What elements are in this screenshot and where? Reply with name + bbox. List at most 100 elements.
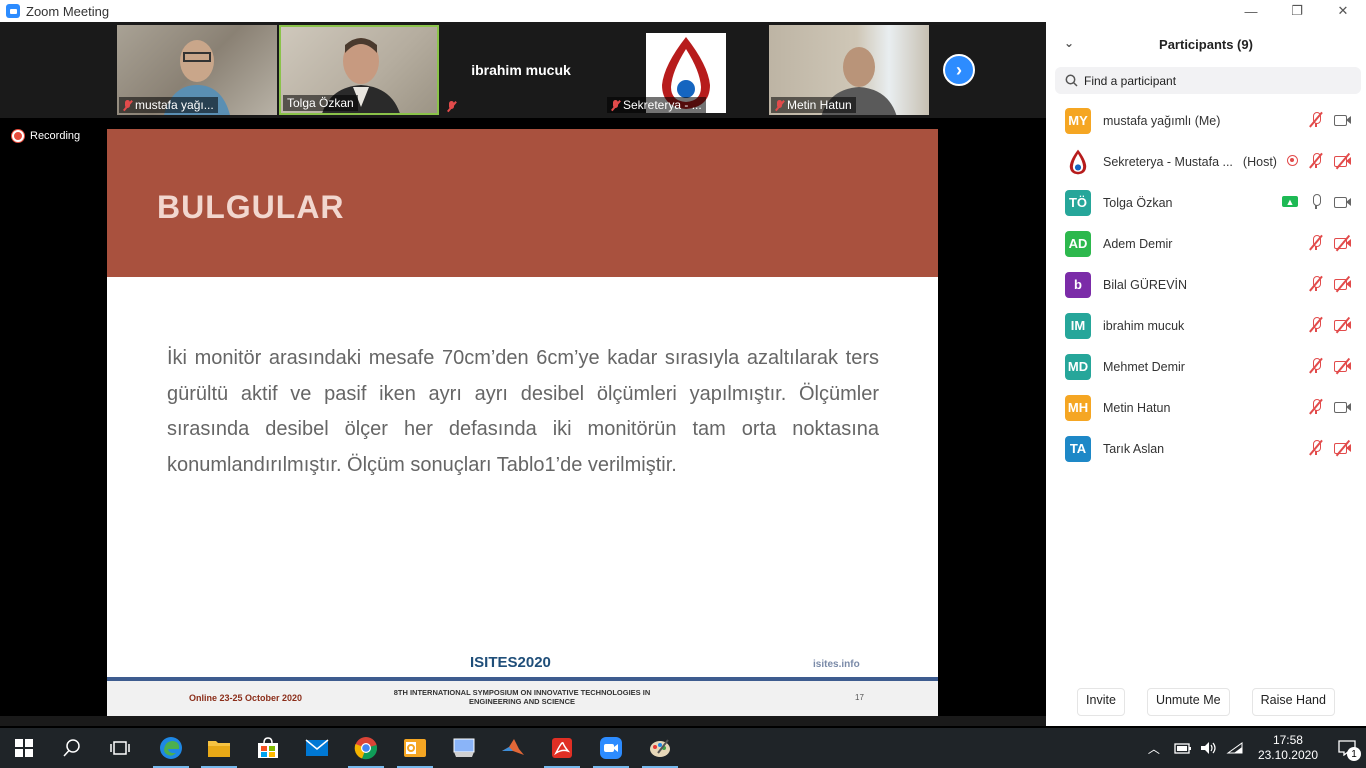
tile-label xyxy=(443,100,460,113)
video-tile[interactable]: Sekreterya - ... xyxy=(605,25,765,115)
camera-icon[interactable] xyxy=(1334,401,1352,413)
chevron-down-icon[interactable]: ⌄ xyxy=(1064,36,1074,50)
video-tile[interactable]: Metin Hatun xyxy=(769,25,929,115)
taskbar-chrome[interactable] xyxy=(342,728,390,768)
minimize-button[interactable]: — xyxy=(1228,0,1274,22)
mic-muted-icon[interactable] xyxy=(1309,275,1323,292)
task-view-button[interactable] xyxy=(96,728,144,768)
unmute-me-button[interactable]: Unmute Me xyxy=(1146,688,1230,716)
next-page-button[interactable]: › xyxy=(943,54,975,86)
camera-icon[interactable] xyxy=(1334,196,1352,208)
participant-row[interactable]: MY mustafa yağımlı (Me) xyxy=(1046,100,1366,141)
avatar: IM xyxy=(1065,312,1091,339)
meeting-area: mustafa yağı... Tolga Özkan ibrahim mucu… xyxy=(0,22,1046,716)
participant-name: ibrahim mucuk xyxy=(1103,318,1185,333)
taskbar-paint[interactable] xyxy=(636,728,684,768)
taskbar-acrobat[interactable] xyxy=(538,728,586,768)
microphone-icon[interactable] xyxy=(1310,194,1322,209)
participant-row[interactable]: MH Metin Hatun xyxy=(1046,387,1366,428)
participant-row[interactable]: MD Mehmet Demir xyxy=(1046,346,1366,387)
slide-title: BULGULAR xyxy=(157,189,345,225)
participant-row[interactable]: Sekreterya - Mustafa ... (Host) xyxy=(1046,141,1366,182)
slide-footer: Online 23-25 October 2020 8TH INTERNATIO… xyxy=(107,681,938,716)
taskbar-store[interactable] xyxy=(244,728,292,768)
windows-taskbar: ︿ 17:58 23.10.2020 1 xyxy=(0,728,1366,768)
start-button[interactable] xyxy=(0,728,48,768)
camera-icon[interactable] xyxy=(1334,114,1352,126)
recording-icon xyxy=(12,130,24,142)
camera-off-icon[interactable] xyxy=(1334,275,1352,292)
zoom-icon xyxy=(600,737,622,759)
participant-row[interactable]: TA Tarık Aslan xyxy=(1046,428,1366,469)
mic-muted-icon[interactable] xyxy=(1309,234,1323,251)
mic-muted-icon[interactable] xyxy=(1309,439,1323,456)
task-view-icon xyxy=(110,741,130,755)
mic-muted-icon[interactable] xyxy=(1309,357,1323,374)
participant-name: Tarık Aslan xyxy=(1103,441,1165,456)
taskbar-file-explorer[interactable] xyxy=(195,728,243,768)
participant-row[interactable]: TÖ Tolga Özkan ▲ xyxy=(1046,182,1366,223)
search-input[interactable] xyxy=(1084,73,1334,88)
window-title-bar: Zoom Meeting — ❐ ✕ xyxy=(0,0,1366,22)
meeting-bottom-bar xyxy=(0,716,1046,726)
mic-muted-icon[interactable] xyxy=(1309,316,1323,333)
slide-brand: ISITES2020 xyxy=(470,654,551,671)
clock[interactable]: 17:58 23.10.2020 xyxy=(1258,733,1318,763)
taskbar-edge[interactable] xyxy=(147,728,195,768)
footer-date: Online 23-25 October 2020 xyxy=(189,693,303,703)
taskbar-zoom[interactable] xyxy=(587,728,635,768)
mic-muted-icon[interactable] xyxy=(1309,111,1323,128)
participant-status-icons xyxy=(1309,234,1352,251)
chevron-up-icon[interactable]: ︿ xyxy=(1148,740,1160,757)
wifi-icon[interactable] xyxy=(1226,741,1244,755)
mic-muted-icon xyxy=(447,101,456,112)
invite-button[interactable]: Invite xyxy=(1077,688,1125,716)
participant-list: MY mustafa yağımlı (Me) Sekreterya - Musta… xyxy=(1046,100,1366,469)
camera-off-icon[interactable] xyxy=(1334,152,1352,169)
participant-row[interactable]: IM ibrahim mucuk xyxy=(1046,305,1366,346)
acrobat-icon xyxy=(552,738,572,758)
video-strip: mustafa yağı... Tolga Özkan ibrahim mucu… xyxy=(0,22,1046,118)
camera-off-icon[interactable] xyxy=(1334,357,1352,374)
clock-time: 17:58 xyxy=(1272,733,1303,747)
window-title: Zoom Meeting xyxy=(26,3,110,19)
battery-icon[interactable] xyxy=(1174,741,1192,755)
search-icon xyxy=(63,739,80,757)
video-tile[interactable]: mustafa yağı... xyxy=(117,25,277,115)
camera-off-icon[interactable] xyxy=(1334,316,1352,333)
avatar: MD xyxy=(1065,353,1091,380)
participant-status-icons xyxy=(1309,111,1352,128)
mic-muted-icon[interactable] xyxy=(1309,398,1323,415)
window-controls: — ❐ ✕ xyxy=(1228,0,1366,22)
taskbar-search-button[interactable] xyxy=(48,728,96,768)
notifications-button[interactable]: 1 xyxy=(1328,728,1366,768)
raise-hand-button[interactable]: Raise Hand xyxy=(1251,688,1335,716)
taskbar-matlab[interactable] xyxy=(489,728,537,768)
participant-row[interactable]: b Bilal GÜREVİN xyxy=(1046,264,1366,305)
recording-label: Recording xyxy=(30,130,81,142)
video-tile[interactable]: ibrahim mucuk xyxy=(441,25,601,115)
speaker-icon[interactable] xyxy=(1200,741,1218,755)
participant-status-icons xyxy=(1309,439,1352,456)
notification-count: 1 xyxy=(1347,747,1361,761)
taskbar-remote[interactable] xyxy=(440,728,488,768)
recording-icon xyxy=(1287,155,1298,166)
system-tray: ︿ 17:58 23.10.2020 1 xyxy=(1148,728,1366,768)
video-tile-active-speaker[interactable]: Tolga Özkan xyxy=(279,25,439,115)
participant-name: Mehmet Demir xyxy=(1103,359,1185,374)
taskbar-outlook[interactable] xyxy=(391,728,439,768)
camera-off-icon[interactable] xyxy=(1334,439,1352,456)
windows-logo-icon xyxy=(15,739,33,757)
camera-off-icon[interactable] xyxy=(1334,234,1352,251)
tile-label: mustafa yağı... xyxy=(119,97,218,113)
mic-muted-icon[interactable] xyxy=(1309,152,1323,169)
participant-row[interactable]: AD Adem Demir xyxy=(1046,223,1366,264)
taskbar-mail[interactable] xyxy=(293,728,341,768)
restore-button[interactable]: ❐ xyxy=(1274,0,1320,22)
mic-muted-icon xyxy=(611,99,620,111)
outlook-icon xyxy=(404,739,426,757)
recording-indicator[interactable]: Recording xyxy=(12,130,80,142)
search-icon xyxy=(1065,74,1078,87)
participant-search[interactable] xyxy=(1055,67,1361,94)
close-button[interactable]: ✕ xyxy=(1320,0,1366,22)
